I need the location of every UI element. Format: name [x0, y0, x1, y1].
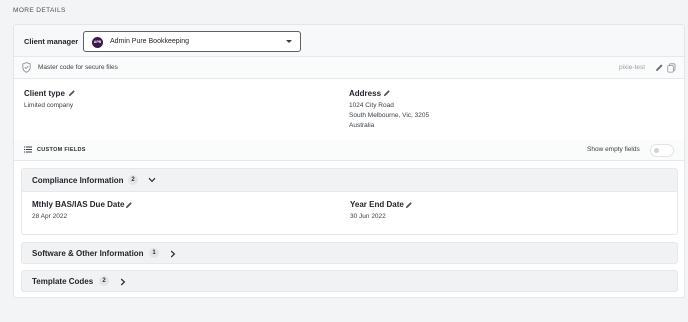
- details-card: Client manager APB Admin Pure Bookkeepin…: [13, 24, 685, 298]
- client-type-label: Client type: [24, 89, 65, 98]
- custom-field-label: Mthly BAS/IAS Due Date: [32, 200, 125, 209]
- master-code-label: Master code for secure files: [38, 64, 118, 71]
- manager-avatar: APB: [92, 37, 103, 48]
- custom-field-value: 30 Jun 2022: [350, 213, 386, 220]
- address-label: Address: [349, 89, 382, 98]
- pencil-icon[interactable]: [655, 63, 664, 72]
- address-line-3: Australia: [349, 122, 375, 129]
- group-count-badge: 2: [128, 175, 138, 185]
- group-software-other-information-header[interactable]: Software & Other Information 1: [21, 242, 678, 264]
- shield-icon: [22, 62, 31, 73]
- group-compliance-information-body: Mthly BAS/IAS Due Date 28 Apr 2022 Year …: [21, 192, 678, 235]
- address-line-2: South Melbourne, Vic, 3205: [349, 112, 430, 119]
- show-empty-fields-label: Show empty fields: [587, 146, 640, 153]
- chevron-right-icon[interactable]: [170, 250, 176, 258]
- pencil-icon[interactable]: [68, 89, 76, 97]
- client-type-value: Limited company: [24, 102, 74, 109]
- pencil-icon[interactable]: [383, 89, 391, 97]
- list-icon: [24, 146, 32, 153]
- show-empty-fields-toggle[interactable]: [650, 144, 674, 157]
- chevron-right-icon[interactable]: [120, 278, 126, 286]
- master-code-value: pixie-test: [619, 64, 646, 71]
- custom-field-label: Year End Date: [350, 200, 404, 209]
- custom-field-value: 28 Apr 2022: [32, 213, 68, 220]
- address-line-1: 1024 City Road: [349, 102, 394, 109]
- group-compliance-information-header[interactable]: Compliance Information 2: [21, 168, 678, 192]
- master-code-row: Master code for secure files pixie-test: [14, 57, 684, 79]
- group-title: Software & Other Information: [32, 249, 144, 258]
- client-manager-row: Client manager APB Admin Pure Bookkeepin…: [14, 25, 684, 57]
- chevron-down-icon[interactable]: [148, 177, 156, 183]
- custom-fields-bar: CUSTOM FIELDS Show empty fields: [14, 140, 684, 161]
- caret-down-icon: [286, 40, 292, 43]
- client-manager-label: Client manager: [24, 37, 79, 46]
- group-template-codes-header[interactable]: Template Codes 2: [21, 270, 678, 292]
- group-count-badge: 1: [149, 248, 159, 258]
- group-count-badge: 2: [99, 276, 109, 286]
- section-heading-more-details: MORE DETAILS: [13, 7, 66, 14]
- pencil-icon[interactable]: [125, 201, 133, 209]
- pencil-icon[interactable]: [405, 201, 413, 209]
- copy-icon[interactable]: [667, 63, 676, 73]
- client-manager-select[interactable]: APB Admin Pure Bookkeeping: [83, 31, 301, 52]
- client-manager-value: Admin Pure Bookkeeping: [110, 38, 189, 45]
- custom-fields-label: CUSTOM FIELDS: [37, 147, 86, 153]
- toggle-knob: [654, 148, 659, 153]
- group-title: Template Codes: [32, 277, 94, 286]
- group-title: Compliance Information: [32, 176, 124, 185]
